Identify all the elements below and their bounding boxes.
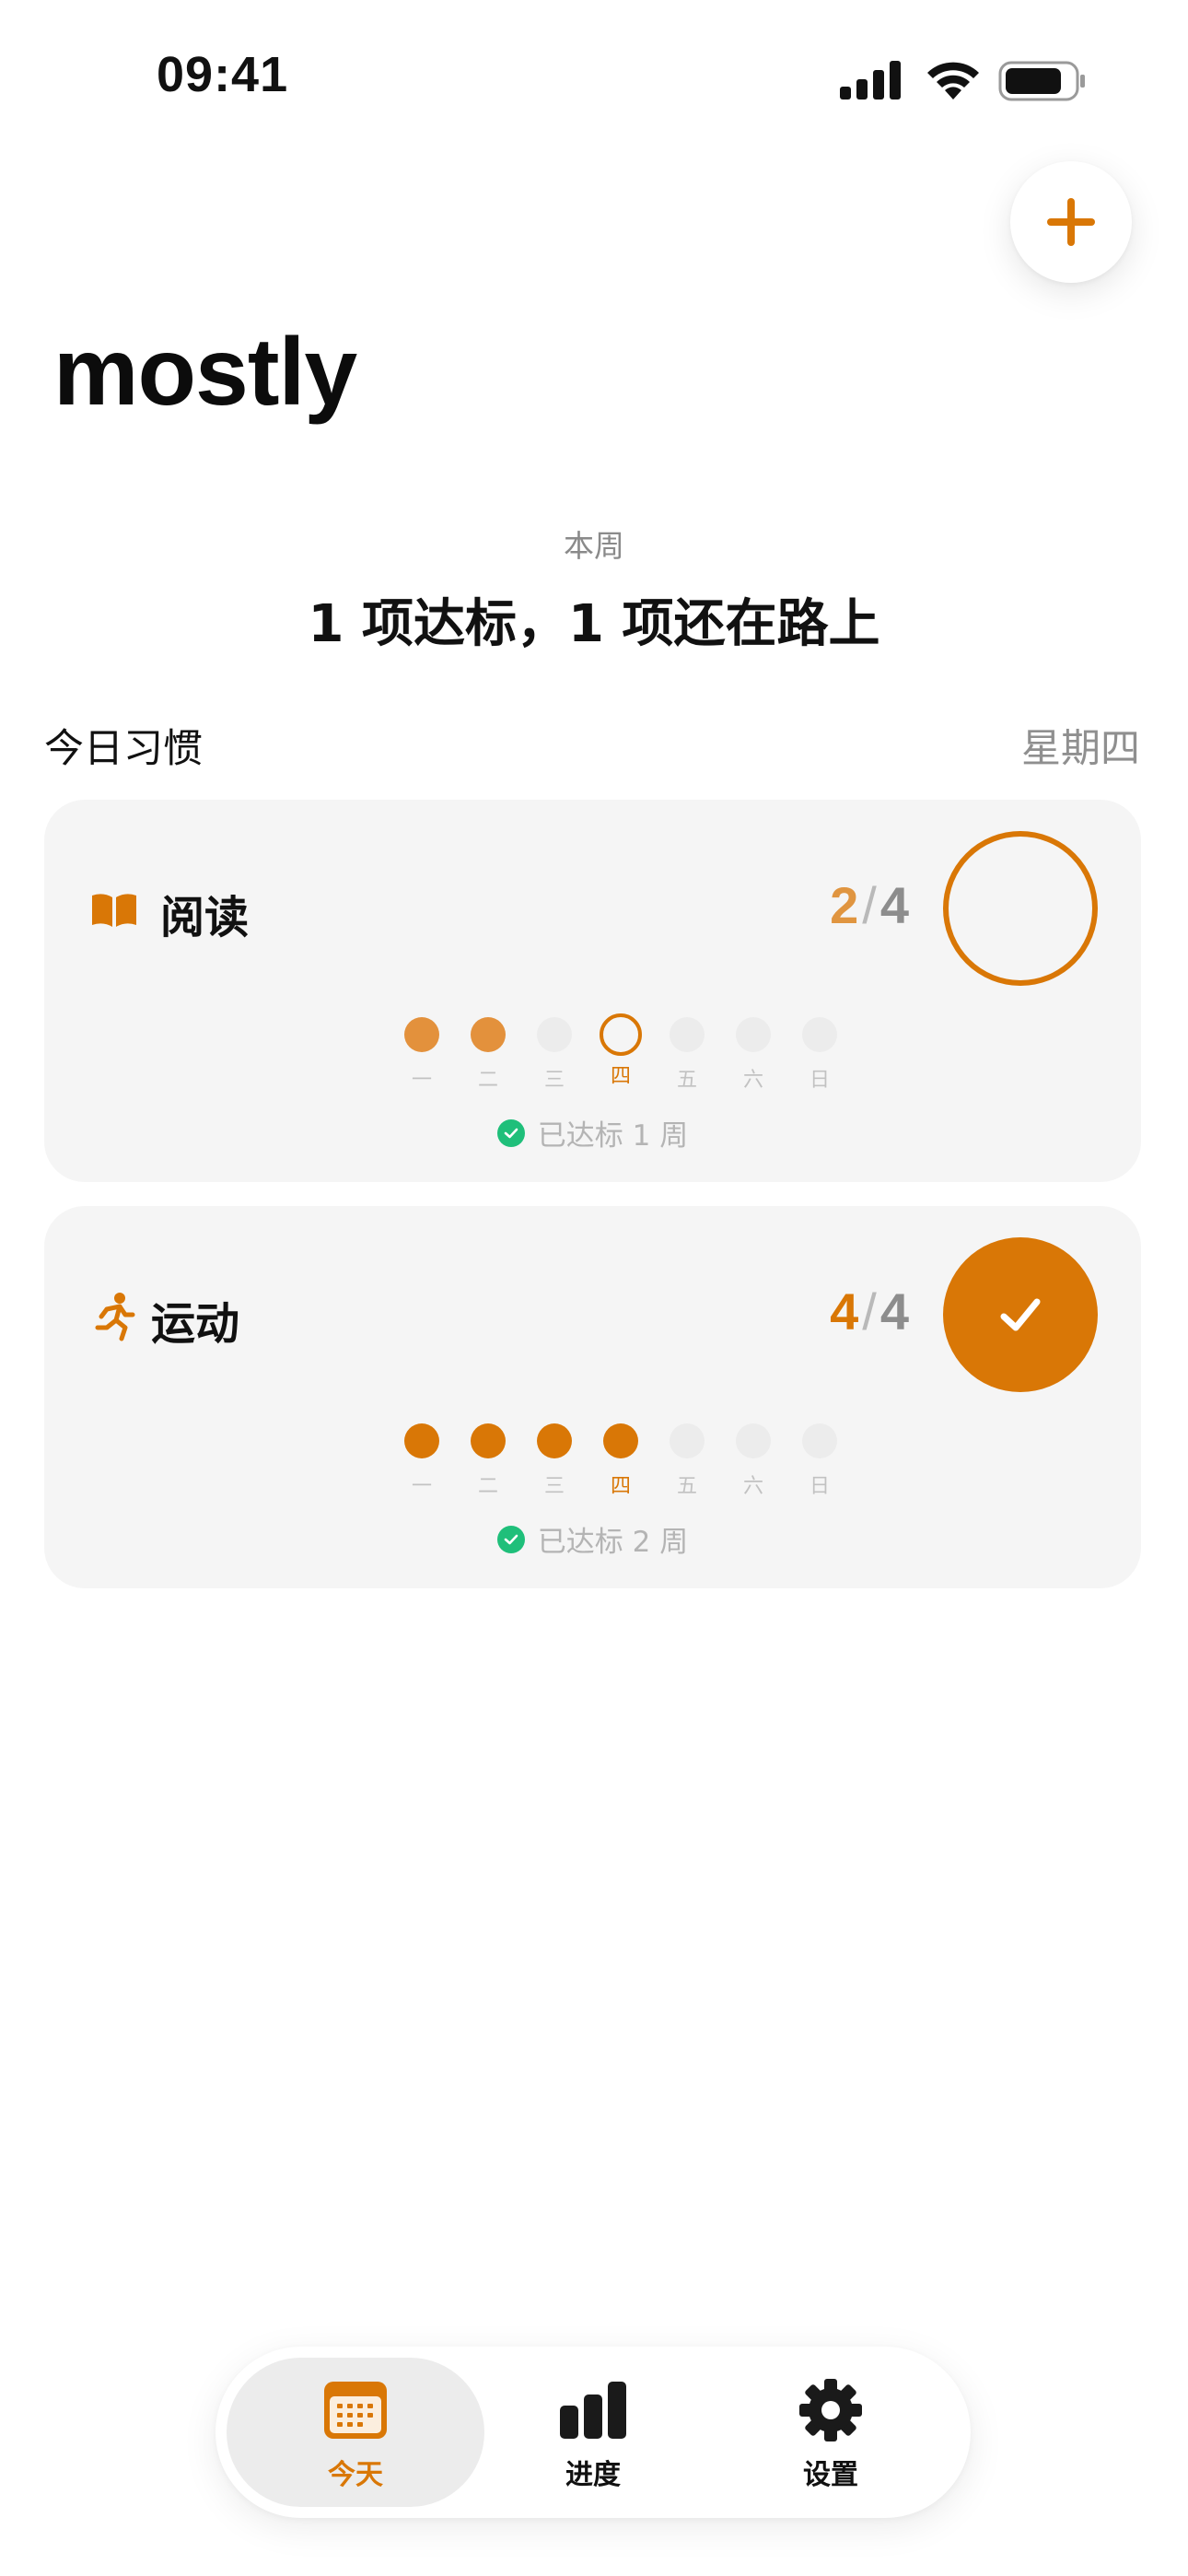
habit-progress-count: 2/4 xyxy=(830,875,909,935)
day-dot-fri: 五 xyxy=(659,1017,715,1093)
target-count: 4 xyxy=(879,876,909,934)
dot xyxy=(736,1423,771,1458)
day-label: 三 xyxy=(543,1069,565,1092)
check-in-button[interactable] xyxy=(943,1237,1098,1392)
dot xyxy=(736,1017,771,1052)
tab-settings[interactable]: 设置 xyxy=(702,2358,960,2507)
day-label: 五 xyxy=(676,1475,697,1498)
dot xyxy=(471,1423,506,1458)
done-count: 4 xyxy=(830,1282,859,1341)
wifi-icon xyxy=(927,62,979,100)
week-summary: 1 项达标，1 项还在路上 xyxy=(308,594,880,654)
day-dot-wed: 三 xyxy=(527,1423,582,1499)
dot xyxy=(537,1017,572,1052)
dot xyxy=(537,1423,572,1458)
count-separator: / xyxy=(862,876,877,934)
day-label: 四 xyxy=(610,1065,631,1088)
day-label: 六 xyxy=(742,1069,763,1092)
book-icon xyxy=(92,894,136,927)
plus-icon xyxy=(1047,198,1095,246)
week-dots: 一 二 三 四 五 六 日 xyxy=(394,1423,873,1506)
day-dot-sun: 日 xyxy=(792,1017,847,1093)
habit-name: 运动 xyxy=(151,1298,240,1350)
streak-text: 已达标 2 周 xyxy=(537,1526,689,1559)
tab-label: 设置 xyxy=(803,2459,858,2491)
done-count: 2 xyxy=(830,876,859,934)
current-weekday: 星期四 xyxy=(1021,726,1140,772)
day-dot-sat: 六 xyxy=(726,1017,781,1093)
dot xyxy=(600,1013,642,1056)
day-label: 五 xyxy=(676,1069,697,1092)
day-label: 一 xyxy=(411,1069,432,1092)
dot xyxy=(670,1017,705,1052)
tab-bar: 今天 进度 设置 xyxy=(215,2347,971,2518)
habit-card-exercise[interactable]: 运动 4/4 一 二 三 四 五 六 日 已达标 2 周 xyxy=(44,1206,1141,1588)
tab-today[interactable]: 今天 xyxy=(227,2358,484,2507)
day-label: 三 xyxy=(543,1475,565,1498)
tab-label: 今天 xyxy=(328,2459,383,2491)
day-label: 二 xyxy=(477,1475,498,1498)
checkmark-icon xyxy=(1000,1298,1041,1331)
dot xyxy=(603,1423,638,1458)
day-label: 日 xyxy=(809,1069,830,1092)
today-screen: 09:41 mostly 本周 1 项达标，1 项还在路上 今日习惯 星期四 阅… xyxy=(0,0,1188,2576)
streak-status: 已达标 1 周 xyxy=(44,1112,1141,1153)
streak-status: 已达标 2 周 xyxy=(44,1518,1141,1560)
tab-progress[interactable]: 进度 xyxy=(464,2358,722,2507)
dot xyxy=(404,1423,439,1458)
day-label: 二 xyxy=(477,1069,498,1092)
check-in-button[interactable] xyxy=(943,831,1098,986)
habit-card-reading[interactable]: 阅读 2/4 一 二 三 四 五 六 日 已达标 1 周 xyxy=(44,800,1141,1182)
dot xyxy=(404,1017,439,1052)
week-dots: 一 二 三 四 五 六 日 xyxy=(394,1013,873,1100)
running-icon xyxy=(95,1293,135,1341)
habit-name: 阅读 xyxy=(160,892,250,943)
habit-progress-count: 4/4 xyxy=(830,1282,909,1341)
app-title: mostly xyxy=(53,319,357,426)
status-time: 09:41 xyxy=(157,47,289,102)
day-dot-tue: 二 xyxy=(460,1423,516,1499)
day-dot-tue: 二 xyxy=(460,1017,516,1093)
day-dot-thu: 四 xyxy=(593,1013,648,1089)
dot xyxy=(471,1017,506,1052)
calendar-icon xyxy=(324,2382,387,2439)
day-label: 六 xyxy=(742,1475,763,1498)
day-dot-fri: 五 xyxy=(659,1423,715,1499)
dot xyxy=(802,1017,837,1052)
count-separator: / xyxy=(862,1282,877,1341)
dot xyxy=(802,1423,837,1458)
day-label: 四 xyxy=(610,1475,631,1498)
day-dot-thu: 四 xyxy=(593,1423,648,1499)
week-label: 本周 xyxy=(564,528,624,564)
day-label: 日 xyxy=(809,1475,830,1498)
section-title: 今日习惯 xyxy=(44,726,203,772)
day-dot-sat: 六 xyxy=(726,1423,781,1499)
dot xyxy=(670,1423,705,1458)
streak-text: 已达标 1 周 xyxy=(537,1119,689,1153)
add-habit-button[interactable] xyxy=(1010,161,1132,283)
battery-icon xyxy=(998,61,1085,101)
day-dot-mon: 一 xyxy=(394,1423,449,1499)
check-circle-icon xyxy=(496,1525,525,1553)
gear-icon xyxy=(799,2379,862,2441)
tab-label: 进度 xyxy=(565,2459,621,2491)
target-count: 4 xyxy=(879,1282,909,1341)
bar-chart-icon xyxy=(560,2382,626,2439)
day-dot-mon: 一 xyxy=(394,1017,449,1093)
check-circle-icon xyxy=(496,1118,525,1147)
day-label: 一 xyxy=(411,1475,432,1498)
cellular-signal-icon xyxy=(840,61,901,100)
day-dot-sun: 日 xyxy=(792,1423,847,1499)
day-dot-wed: 三 xyxy=(527,1017,582,1093)
